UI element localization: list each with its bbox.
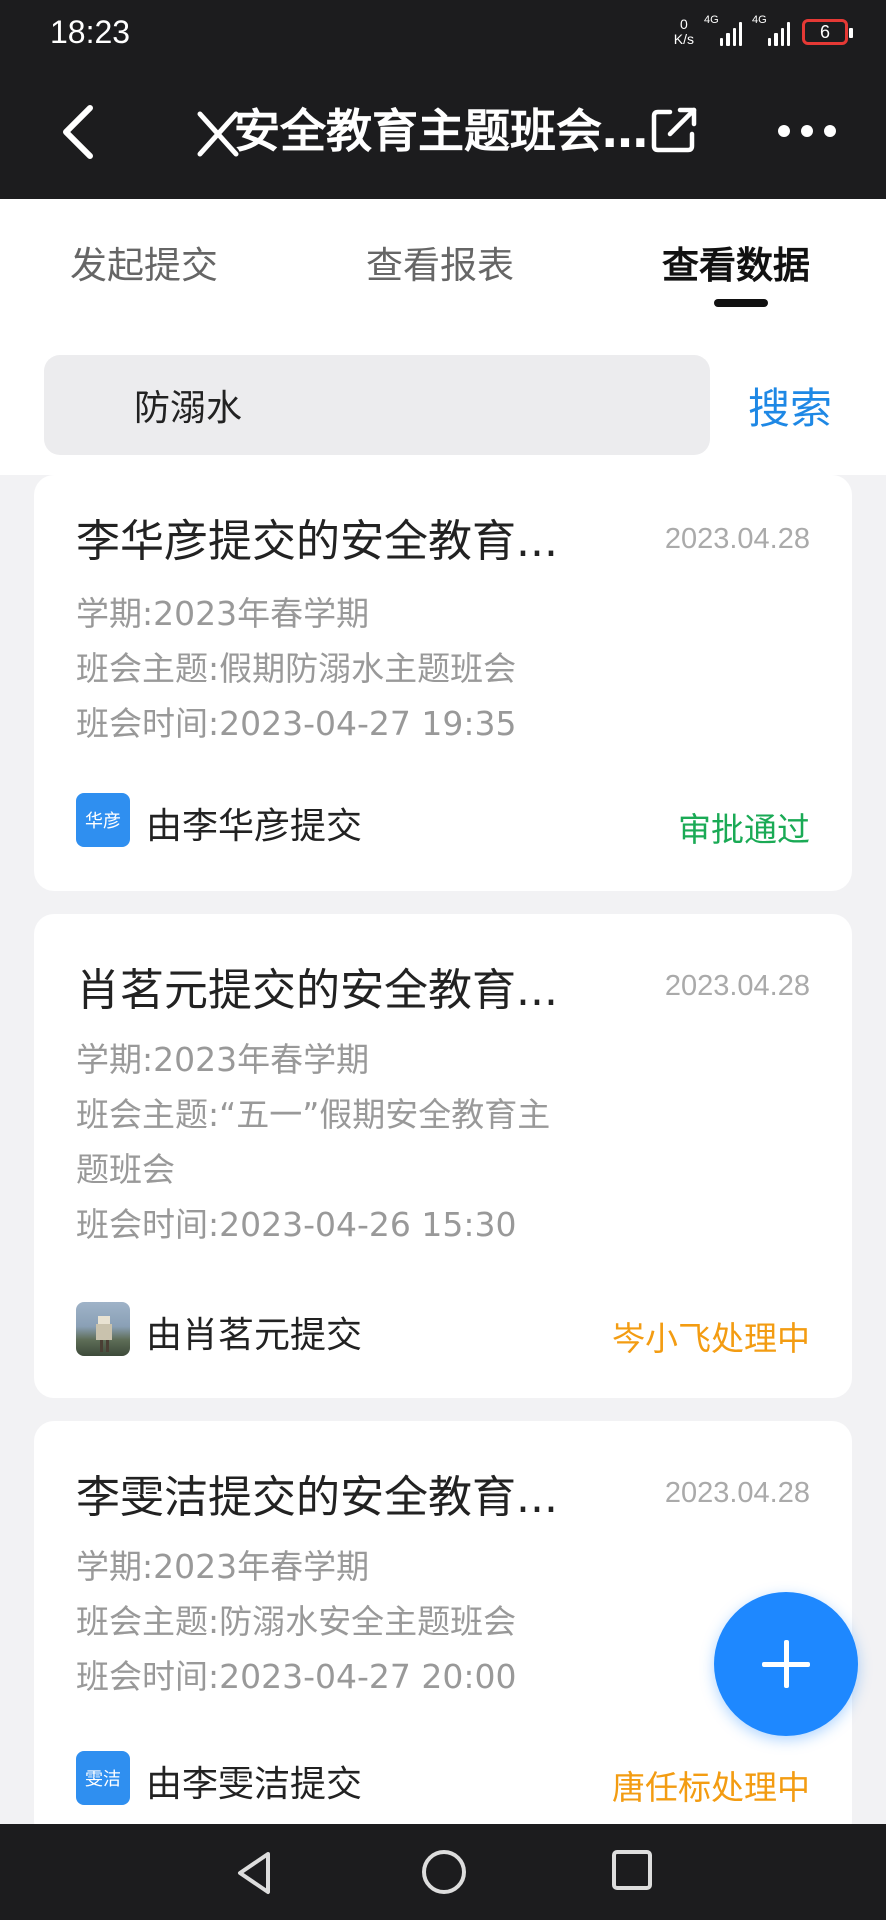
- card-date: 2023.04.28: [664, 523, 810, 555]
- card-title: 李华彦提交的安全教育...: [76, 516, 558, 567]
- list-item[interactable]: 李华彦提交的安全教育... 2023.04.28 学期:2023年春学期 班会主…: [34, 475, 852, 891]
- status-badge: 岑小飞处理中: [612, 1319, 810, 1358]
- card-term: 学期:2023年春学期: [76, 1547, 370, 1586]
- tab-report[interactable]: 查看报表: [366, 235, 514, 289]
- avatar: 雯洁: [76, 1751, 130, 1805]
- avatar: 华彦: [76, 793, 130, 847]
- list-item[interactable]: 肖茗元提交的安全教育... 2023.04.28 学期:2023年春学期 班会主…: [34, 914, 852, 1398]
- tab-data[interactable]: 查看数据: [662, 235, 810, 289]
- card-submitter: 由李华彦提交: [146, 806, 363, 847]
- active-tab-indicator: [714, 299, 768, 307]
- avatar: [76, 1302, 130, 1356]
- system-nav-bar: [0, 1824, 886, 1920]
- page-title: 安全教育主题班会...: [234, 104, 654, 158]
- card-title: 李雯洁提交的安全教育...: [76, 1472, 558, 1523]
- back-arrow-icon: [63, 105, 93, 159]
- net-speed: 0 K/s: [673, 16, 694, 47]
- nav-recents-button[interactable]: [612, 1850, 652, 1890]
- card-term: 学期:2023年春学期: [76, 594, 370, 633]
- search-button[interactable]: 搜索: [748, 375, 832, 436]
- search-input[interactable]: [44, 355, 710, 455]
- more-button[interactable]: [778, 114, 836, 148]
- status-time: 18:23: [50, 14, 131, 50]
- card-time: 班会时间:2023-04-26 15:30: [76, 1205, 517, 1244]
- more-icon: [778, 125, 790, 137]
- card-submitter: 由李雯洁提交: [146, 1764, 363, 1805]
- title-bar: 安全教育主题班会...: [0, 66, 886, 199]
- card-date: 2023.04.28: [664, 970, 810, 1002]
- signal-icon: 4G: [704, 14, 742, 46]
- card-time: 班会时间:2023-04-27 19:35: [76, 704, 517, 743]
- search-bar: 搜索: [0, 323, 886, 475]
- card-date: 2023.04.28: [664, 1477, 810, 1509]
- card-title: 肖茗元提交的安全教育...: [76, 965, 558, 1016]
- tab-bar: 发起提交 查看报表 查看数据: [0, 199, 886, 323]
- avatar-photo-icon: [96, 1316, 112, 1352]
- add-button[interactable]: [714, 1592, 858, 1736]
- card-topic-continued: 题班会: [76, 1150, 175, 1189]
- card-term: 学期:2023年春学期: [76, 1040, 370, 1079]
- signal-icon: 4G: [752, 14, 790, 46]
- card-topic: 班会主题:假期防溺水主题班会: [76, 649, 517, 688]
- status-badge: 审批通过: [678, 810, 810, 849]
- status-icons: 0 K/s 4G 4G 6: [673, 14, 853, 50]
- card-submitter: 由肖茗元提交: [146, 1315, 363, 1356]
- status-badge: 唐任标处理中: [612, 1768, 810, 1807]
- back-button[interactable]: [56, 102, 116, 162]
- share-button[interactable]: [648, 104, 700, 156]
- nav-back-button[interactable]: [232, 1850, 278, 1896]
- card-topic: 班会主题:防溺水安全主题班会: [76, 1602, 517, 1641]
- share-icon: [651, 107, 697, 153]
- card-topic: 班会主题:“五一”假期安全教育主: [76, 1095, 551, 1134]
- nav-home-button[interactable]: [422, 1850, 466, 1894]
- status-bar: 18:23 0 K/s 4G 4G 6: [0, 0, 886, 66]
- battery-icon: 6: [802, 19, 853, 45]
- card-time: 班会时间:2023-04-27 20:00: [76, 1657, 517, 1696]
- tab-submit[interactable]: 发起提交: [70, 235, 218, 289]
